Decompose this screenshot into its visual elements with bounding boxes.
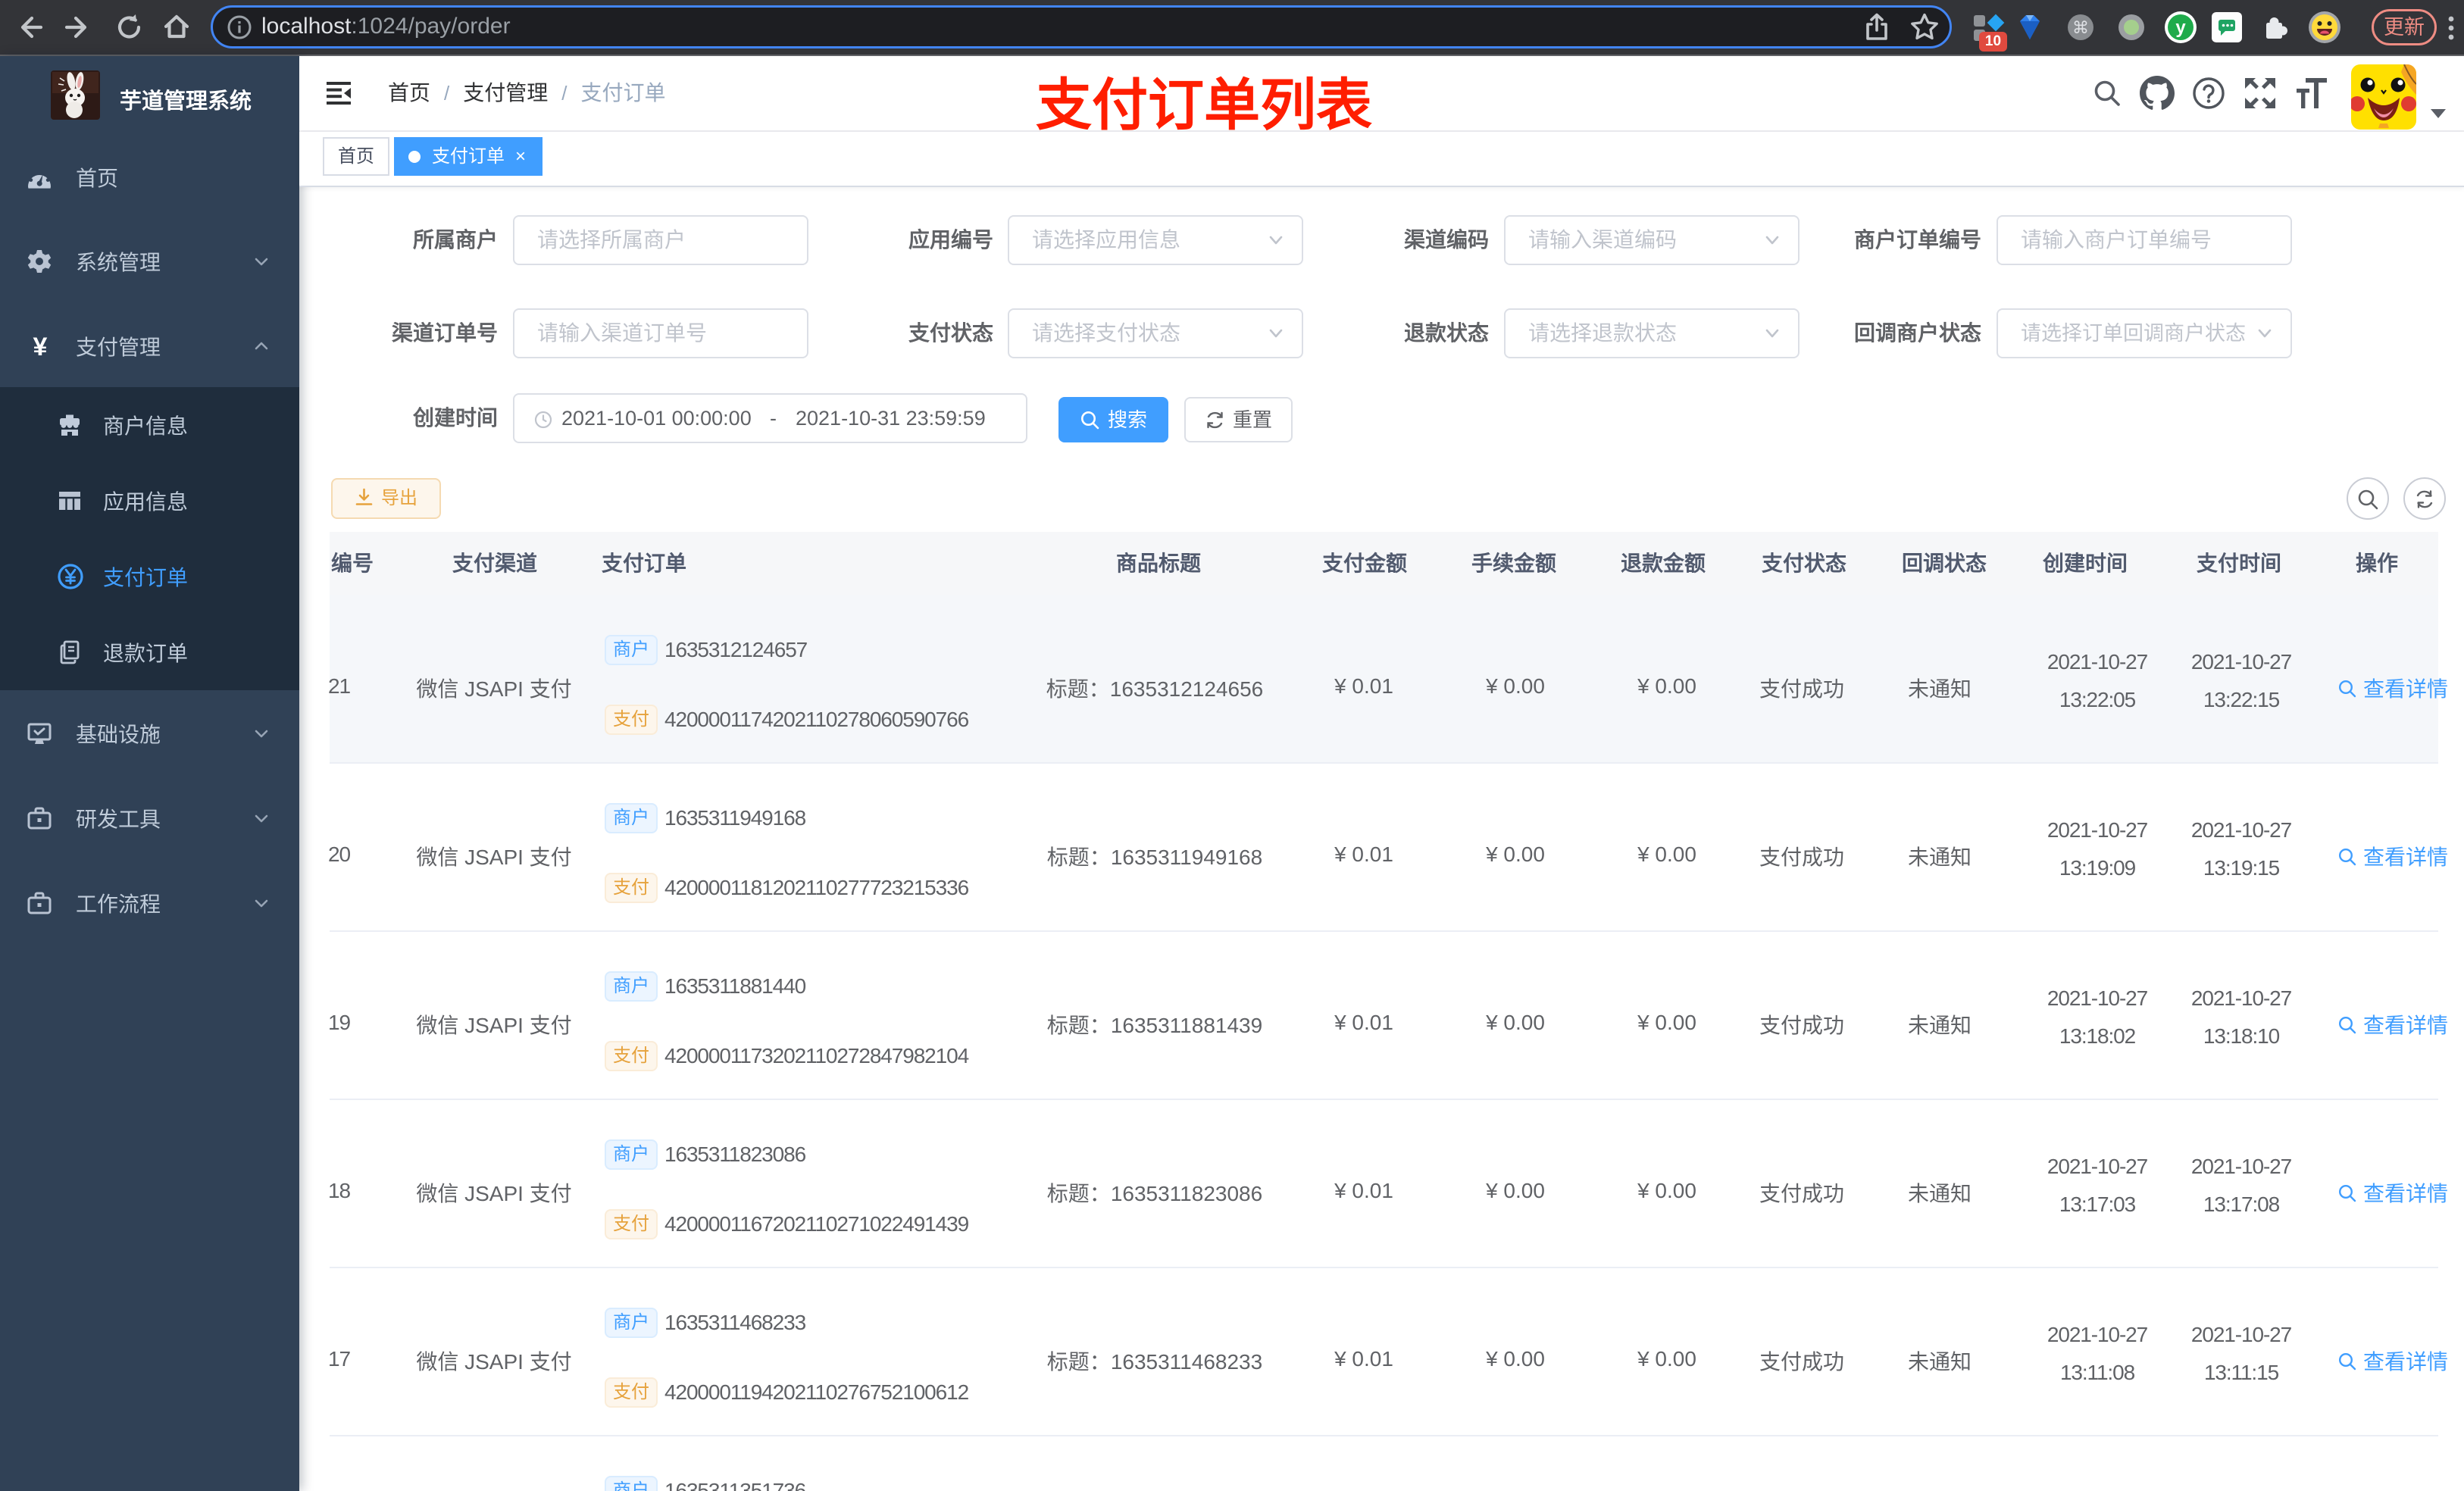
svg-text:¥: ¥: [33, 333, 48, 360]
svg-text:⌘: ⌘: [2072, 18, 2089, 37]
svg-text:y: y: [2175, 17, 2186, 38]
